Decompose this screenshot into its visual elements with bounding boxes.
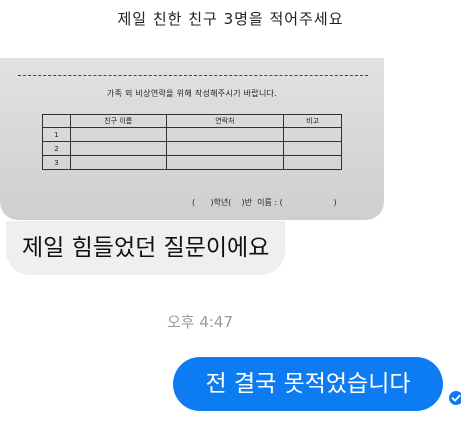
table-row: 1 [42, 127, 342, 142]
check-circle-icon [449, 391, 461, 405]
table-header-row: 친구 이름 연락처 비고 [42, 114, 342, 128]
table-cell [165, 127, 285, 142]
table-cell [69, 155, 167, 170]
table-cell [283, 141, 342, 156]
row-number: 3 [42, 155, 71, 170]
table-cell [69, 141, 167, 156]
incoming-message-bubble[interactable]: 제일 힘들었던 질문이에요 [6, 221, 286, 275]
row-number: 1 [42, 127, 71, 142]
form-signature-line: ( )학년( )반 이름 : ( ) [192, 198, 337, 207]
table-header-cell: 연락처 [165, 114, 285, 128]
contact-form-table: 친구 이름 연락처 비고 1 2 3 [42, 114, 342, 170]
form-title: 가족 외 비상연락을 위해 작성해주시기 바랍니다. [106, 89, 278, 98]
table-header-cell: 비고 [283, 114, 342, 128]
table-cell [283, 155, 342, 170]
image-heading: 제일 친한 친구 3명을 적어주세요 [117, 10, 344, 28]
table-header-cell [42, 114, 71, 128]
table-header-cell: 친구 이름 [69, 114, 167, 128]
message-timestamp: 오후 4:47 [166, 313, 234, 331]
form-photo[interactable]: 가족 외 비상연락을 위해 작성해주시기 바랍니다. 친구 이름 연락처 비고 … [0, 58, 384, 220]
table-cell [69, 127, 167, 142]
row-number: 2 [42, 141, 71, 156]
outgoing-message-bubble[interactable]: 전 결국 못적었습니다 [173, 357, 443, 411]
dashed-cut-line [18, 75, 368, 76]
table-cell [165, 141, 285, 156]
table-cell [283, 127, 342, 142]
table-row: 3 [42, 155, 342, 170]
table-row: 2 [42, 141, 342, 156]
table-cell [165, 155, 285, 170]
